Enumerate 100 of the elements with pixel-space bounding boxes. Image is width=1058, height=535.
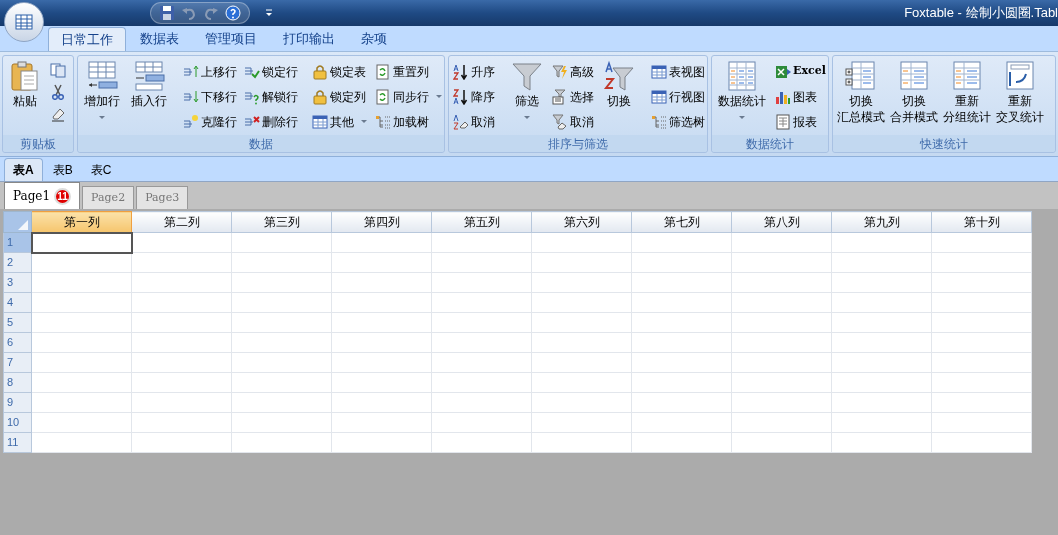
copy-icon[interactable] <box>50 62 66 78</box>
table-icon <box>312 113 328 130</box>
ribbon-button[interactable]: 锁定表 <box>312 61 368 82</box>
sheet-tab[interactable]: 表B <box>44 158 81 181</box>
refresh-document-icon <box>375 88 391 105</box>
row-header[interactable]: 9 <box>3 392 32 413</box>
row-header[interactable]: 11 <box>3 432 32 453</box>
table-row-arrow-icon <box>86 60 118 92</box>
ribbon-button[interactable]: 其他 <box>312 111 368 132</box>
triangle-icon <box>18 220 28 230</box>
ribbon-button[interactable]: 删除行 <box>244 111 298 132</box>
ribbon-large-button[interactable]: 重新 交叉统计 <box>994 58 1046 125</box>
ribbon-button[interactable]: 表视图 <box>651 61 705 82</box>
funnel-lightning-icon <box>552 63 568 80</box>
refresh-document-icon <box>375 63 391 80</box>
column-header[interactable]: 第八列 <box>731 211 832 233</box>
table-icon <box>726 60 758 92</box>
ribbon-button[interactable]: 锁定行 <box>244 61 298 82</box>
table-row-arrow-icon <box>133 60 165 92</box>
row-header[interactable]: 3 <box>3 272 32 293</box>
group-title: 排序与筛选 <box>449 135 707 152</box>
ribbon-button[interactable]: 降序 <box>453 86 495 107</box>
page-tab[interactable]: Page1 11 <box>4 182 81 209</box>
ribbon-button[interactable]: 行视图 <box>651 86 705 107</box>
current-cell[interactable] <box>31 232 132 253</box>
page-tab[interactable]: Page3 <box>136 186 189 209</box>
row-header[interactable]: 5 <box>3 312 32 333</box>
ribbon-tab[interactable]: 数据表 <box>128 27 191 51</box>
row-header[interactable]: 10 <box>3 412 32 433</box>
ribbon-button[interactable]: 加载树 <box>375 111 443 132</box>
lock-icon <box>312 63 328 80</box>
sort-funnel-icon <box>603 60 635 92</box>
ribbon-large-button[interactable]: 数据统计 <box>716 58 768 120</box>
ribbon-tab[interactable]: 日常工作 <box>48 27 126 51</box>
eraser-icon[interactable] <box>50 106 66 122</box>
column-header[interactable]: 第九列 <box>831 211 932 233</box>
sheet-tab[interactable]: 表A <box>4 158 43 181</box>
ribbon-tab[interactable]: 杂项 <box>349 27 399 51</box>
ribbon-button[interactable]: 报表 <box>775 111 826 132</box>
group-title: 快速统计 <box>833 135 1055 152</box>
sort-eraser-icon <box>453 113 469 130</box>
ribbon-button[interactable]: Excel <box>775 61 826 82</box>
help-icon[interactable] <box>225 5 241 21</box>
ribbon-button[interactable]: 取消 <box>552 111 594 132</box>
sheet-tab[interactable]: 表C <box>82 158 120 181</box>
ribbon-button[interactable]: 取消 <box>453 111 495 132</box>
funnel-list-icon <box>552 88 568 105</box>
lock-icon <box>312 88 328 105</box>
ribbon-button[interactable]: 图表 <box>775 86 826 107</box>
ribbon-button[interactable]: 升序 <box>453 61 495 82</box>
ribbon-tab[interactable]: 打印输出 <box>271 27 347 51</box>
sort-ascending-icon <box>453 63 469 80</box>
row-up-icon <box>183 63 199 80</box>
page-tab[interactable]: Page2 <box>82 186 135 209</box>
column-header[interactable]: 第六列 <box>531 211 632 233</box>
column-header[interactable]: 第七列 <box>631 211 732 233</box>
customize-caret-icon[interactable] <box>264 8 274 18</box>
tree-icon <box>375 113 391 130</box>
ribbon-button[interactable]: 下移行 <box>183 86 237 107</box>
row-header[interactable]: 6 <box>3 332 32 353</box>
row-header[interactable]: 7 <box>3 352 32 373</box>
spreadsheet-arrow-icon <box>775 63 791 80</box>
row-header[interactable]: 4 <box>3 292 32 313</box>
column-header[interactable]: 第四列 <box>331 211 432 233</box>
ribbon-button[interactable]: 锁定列 <box>312 86 368 107</box>
table-plus-icon <box>845 60 877 92</box>
funnel-eraser-icon <box>552 113 568 130</box>
ribbon-tab[interactable]: 管理项目 <box>193 27 269 51</box>
ribbon-button[interactable]: 重置列 <box>375 61 443 82</box>
row-header[interactable]: 2 <box>3 252 32 273</box>
sort-descending-icon <box>453 88 469 105</box>
ribbon-large-button[interactable]: 筛选 <box>509 58 545 120</box>
ribbon-button[interactable]: 克隆行 <box>183 111 237 132</box>
ribbon-button[interactable]: 选择 <box>552 86 594 107</box>
ribbon-button[interactable]: 筛选树 <box>651 111 705 132</box>
ribbon-large-button[interactable]: 切换 汇总模式 <box>835 58 887 125</box>
column-header[interactable]: 第三列 <box>231 211 332 233</box>
column-header[interactable]: 第一列 <box>31 211 132 233</box>
save-icon[interactable] <box>159 5 175 21</box>
scissors-icon[interactable] <box>50 84 66 100</box>
ribbon-large-button[interactable]: 粘贴 <box>7 58 43 109</box>
ribbon-large-button[interactable]: 重新 分组统计 <box>941 58 993 125</box>
table-icon <box>951 60 983 92</box>
group-title: 剪贴板 <box>3 135 73 152</box>
ribbon-large-button[interactable]: 插入行 <box>129 58 169 109</box>
ribbon-button[interactable]: 高级 <box>552 61 594 82</box>
group-title: 数据 <box>78 135 444 152</box>
row-header[interactable]: 8 <box>3 372 32 393</box>
ribbon-button[interactable]: 解锁行 <box>244 86 298 107</box>
column-header[interactable]: 第十列 <box>931 211 1032 233</box>
group-title: 数据统计 <box>712 135 828 152</box>
ribbon-large-button[interactable]: 切换 <box>601 58 637 109</box>
window-title: Foxtable - 绘制小圆圈.Tabl <box>904 4 1058 23</box>
column-header[interactable]: 第五列 <box>431 211 532 233</box>
ribbon-large-button[interactable]: 增加行 <box>82 58 122 120</box>
column-header[interactable]: 第二列 <box>131 211 232 233</box>
ribbon-button[interactable]: 同步行 <box>375 86 443 107</box>
ribbon-large-button[interactable]: 切换 合并模式 <box>888 58 940 125</box>
ribbon-button[interactable]: 上移行 <box>183 61 237 82</box>
table-icon <box>651 88 667 105</box>
